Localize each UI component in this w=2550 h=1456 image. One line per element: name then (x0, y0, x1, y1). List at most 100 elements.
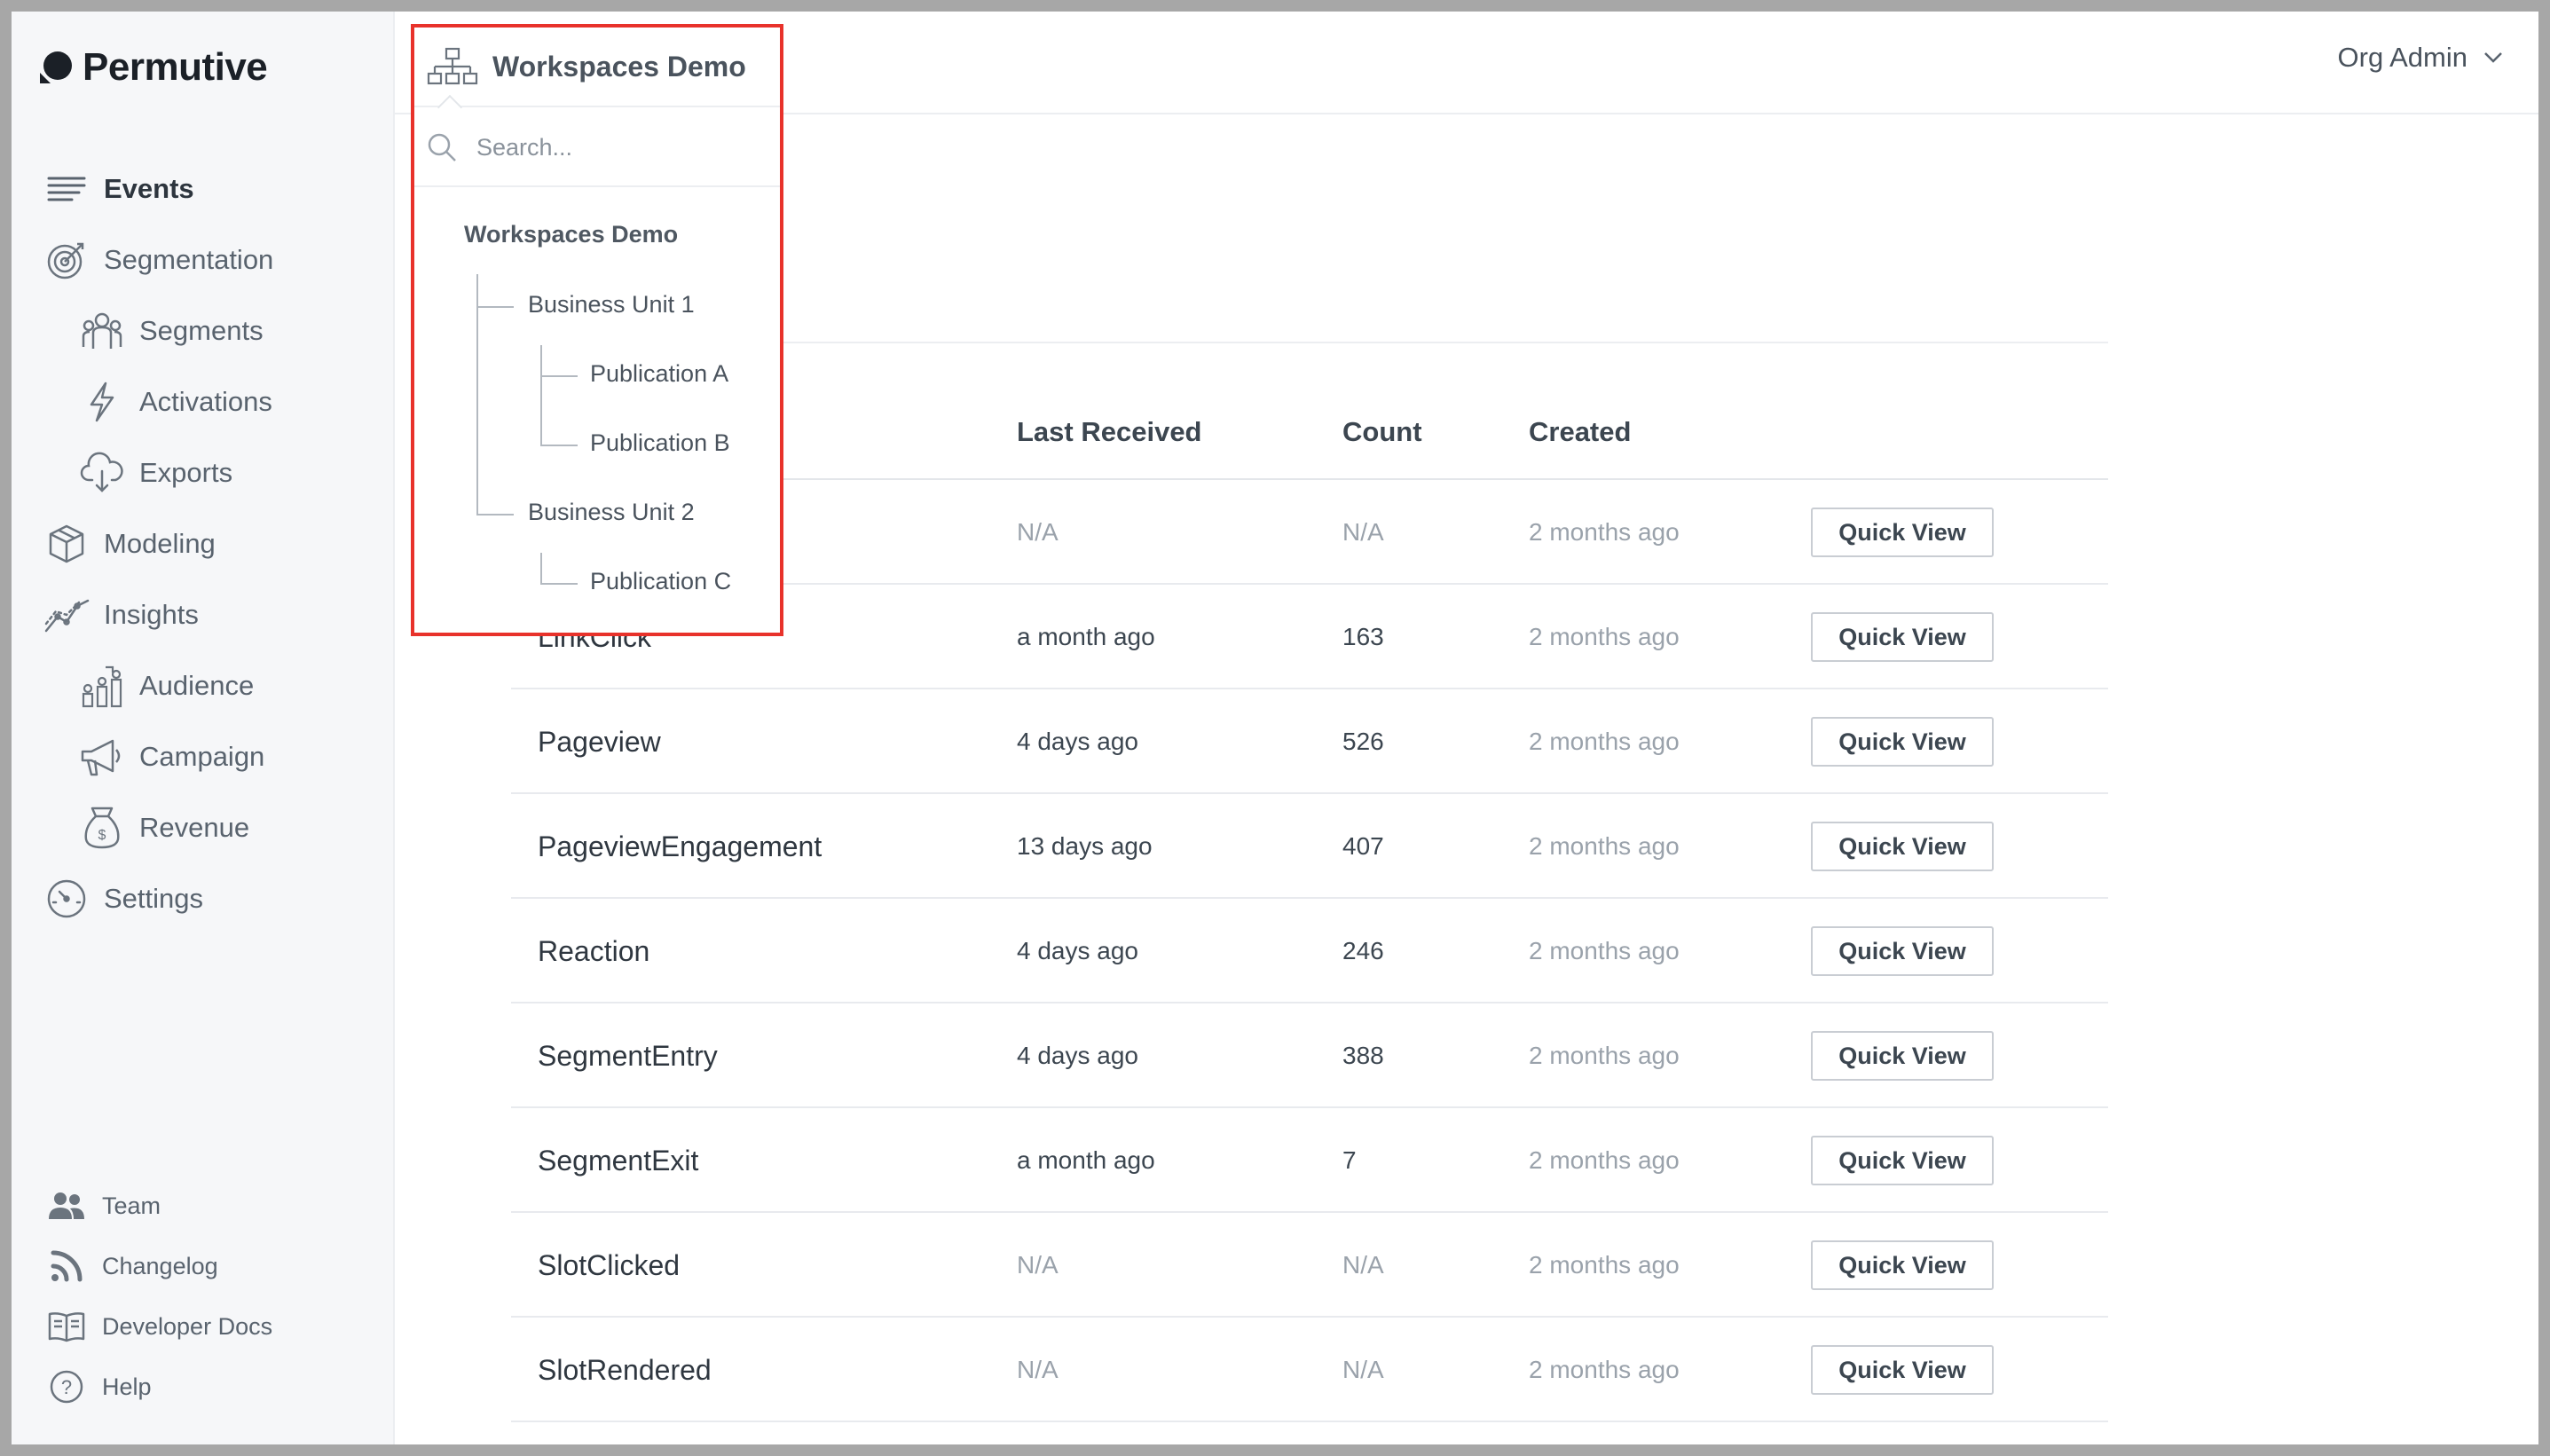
permutive-logo-icon (40, 51, 72, 83)
tree-connector (476, 274, 478, 516)
sidebar-item-developer-docs[interactable]: Developer Docs (47, 1305, 272, 1348)
team-icon (47, 1186, 86, 1225)
sidebar-item-label: Insights (104, 599, 199, 630)
quick-view-button[interactable]: Quick View (1811, 1136, 1994, 1185)
event-name: SlotRendered (538, 1353, 712, 1386)
brand-logo[interactable]: Permutive (38, 38, 268, 97)
quick-view-button[interactable]: Quick View (1811, 822, 1994, 871)
quick-view-button[interactable]: Quick View (1811, 717, 1994, 767)
sidebar-item-settings[interactable]: Settings (43, 872, 203, 925)
workspace-search (414, 109, 780, 187)
created-date: 2 months ago (1529, 728, 1680, 755)
created-date: 2 months ago (1529, 623, 1680, 650)
search-icon (428, 133, 456, 161)
sidebar-item-label: Settings (104, 883, 204, 914)
lightning-icon (79, 379, 125, 425)
gauge-icon (43, 876, 90, 922)
sidebar-item-events[interactable]: Events (43, 162, 194, 216)
last-received: 4 days ago (1017, 937, 1138, 964)
sidebar-item-insights[interactable]: Insights (43, 588, 199, 641)
table-row: Reaction 4 days ago 246 2 months ago Qui… (511, 899, 2108, 1003)
org-menu[interactable]: Org Admin (2338, 42, 2503, 74)
sidebar-item-revenue[interactable]: $ Revenue (79, 801, 249, 854)
created-date: 2 months ago (1529, 832, 1680, 860)
sidebar-item-label: Audience (139, 670, 255, 701)
quick-view-button[interactable]: Quick View (1811, 1240, 1994, 1290)
event-name: Reaction (538, 934, 650, 967)
book-icon (47, 1307, 86, 1346)
quick-view-button[interactable]: Quick View (1811, 1031, 1994, 1081)
table-row: PageviewEngagement 13 days ago 407 2 mon… (511, 794, 2108, 899)
created-date: 2 months ago (1529, 1146, 1680, 1174)
event-count: N/A (1342, 1251, 1384, 1279)
sidebar-item-segmentation[interactable]: Segmentation (43, 233, 273, 287)
help-icon: ? (47, 1367, 86, 1406)
target-icon (43, 237, 90, 283)
tree-item-publication-b[interactable]: Publication B (590, 429, 730, 457)
sidebar-item-label: Segmentation (104, 244, 274, 275)
sidebar-item-campaign[interactable]: Campaign (79, 730, 264, 783)
sidebar-item-label: Team (102, 1192, 161, 1219)
header-last-received: Last Received (1017, 416, 1202, 447)
table-row: Pageview 4 days ago 526 2 months ago Qui… (511, 689, 2108, 794)
org-label: Org Admin (2337, 42, 2467, 73)
tree-item-publication-a[interactable]: Publication A (590, 360, 728, 388)
chevron-down-icon (2484, 52, 2502, 63)
quick-view-button[interactable]: Quick View (1811, 612, 1994, 662)
table-row: SegmentExit a month ago 7 2 months ago Q… (511, 1108, 2108, 1213)
sidebar-item-activations[interactable]: Activations (79, 375, 272, 429)
table-row: SlotRendered N/A N/A 2 months ago Quick … (511, 1318, 2108, 1422)
tree-connector (540, 375, 578, 377)
tree-connector (540, 345, 542, 446)
tree-item-publication-c[interactable]: Publication C (590, 568, 731, 595)
workspace-current: Workspaces Demo (492, 50, 746, 83)
sidebar-item-label: Activations (139, 386, 272, 417)
event-name: SegmentExit (538, 1144, 699, 1177)
brand-name: Permutive (83, 45, 268, 89)
tree-connector (540, 445, 578, 446)
sidebar-item-help[interactable]: ? Help (47, 1365, 152, 1408)
event-count: 246 (1342, 937, 1384, 964)
last-received: N/A (1017, 1356, 1059, 1383)
tree-connector (476, 306, 514, 308)
sidebar-item-label: Help (102, 1373, 152, 1400)
sidebar-item-audience[interactable]: Audience (79, 659, 254, 712)
tree-item-root[interactable]: Workspaces Demo (464, 221, 678, 248)
header-count: Count (1342, 416, 1422, 447)
event-count: N/A (1342, 518, 1384, 546)
tree-connector (540, 583, 578, 585)
audience-icon (79, 663, 125, 709)
last-received: 4 days ago (1017, 1042, 1138, 1069)
created-date: 2 months ago (1529, 937, 1680, 964)
tree-connector (476, 514, 514, 516)
sidebar-item-label: Developer Docs (102, 1312, 273, 1340)
last-received: a month ago (1017, 1146, 1155, 1174)
sidebar-item-exports[interactable]: Exports (79, 446, 232, 500)
quick-view-button[interactable]: Quick View (1811, 926, 1994, 976)
list-icon (43, 166, 90, 212)
last-received: a month ago (1017, 623, 1155, 650)
workspace-search-input[interactable] (476, 133, 743, 161)
last-received: N/A (1017, 518, 1059, 546)
sidebar-item-modeling[interactable]: Modeling (43, 517, 216, 571)
sidebar-item-label: Campaign (139, 741, 265, 772)
created-date: 2 months ago (1529, 1251, 1680, 1279)
tree-item-business-unit-1[interactable]: Business Unit 1 (528, 291, 695, 319)
sidebar-item-team[interactable]: Team (47, 1184, 161, 1227)
cloud-download-icon (79, 450, 125, 496)
quick-view-button[interactable]: Quick View (1811, 508, 1994, 557)
event-count: 526 (1342, 728, 1384, 755)
last-received: 13 days ago (1017, 832, 1153, 860)
event-count: 388 (1342, 1042, 1384, 1069)
quick-view-button[interactable]: Quick View (1811, 1345, 1994, 1395)
org-chart-icon (427, 47, 478, 85)
tree-item-business-unit-2[interactable]: Business Unit 2 (528, 499, 695, 526)
cube-icon (43, 521, 90, 567)
workspace-selector[interactable]: Workspaces Demo (414, 28, 780, 107)
event-name: PageviewEngagement (538, 830, 822, 862)
sidebar-item-changelog[interactable]: Changelog (47, 1245, 218, 1287)
event-name: Pageview (538, 725, 661, 758)
sidebar: Permutive Events Segmentation Segments A… (12, 12, 395, 1444)
sidebar-item-segments[interactable]: Segments (79, 304, 264, 358)
last-received: 4 days ago (1017, 728, 1138, 755)
